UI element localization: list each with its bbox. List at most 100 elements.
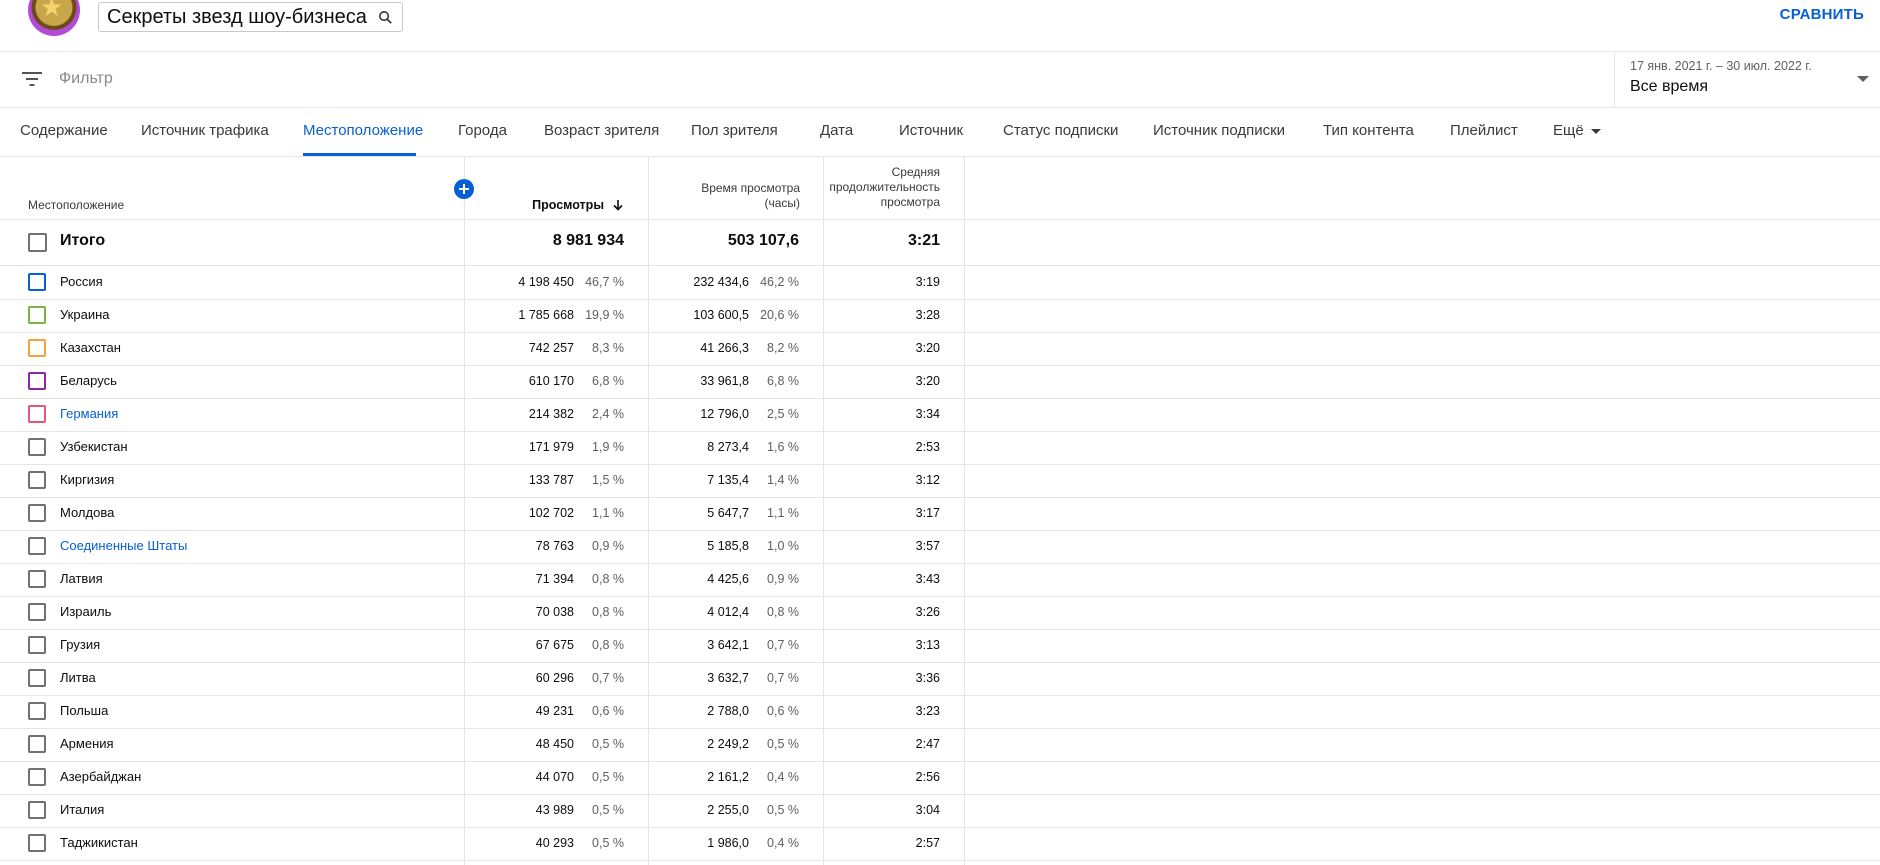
row-watch-time-percent: 0,5 % — [767, 803, 799, 817]
column-header-watch-time[interactable]: Время просмотра (часы) — [668, 181, 800, 211]
tab-location[interactable]: Местоположение — [303, 122, 423, 139]
row-watch-time-percent: 0,9 % — [767, 572, 799, 586]
row-location-name: Литва — [60, 670, 96, 685]
row-watch-time: 1 986,0 — [707, 836, 749, 850]
date-range-text: 17 янв. 2021 г. – 30 июл. 2022 г. — [1630, 59, 1812, 73]
channel-search-box[interactable]: Секреты звезд шоу-бизнеса — [98, 2, 403, 32]
channel-title: Секреты звезд шоу-бизнеса — [107, 5, 367, 28]
tab-more-label: Ещё — [1553, 122, 1584, 139]
total-watch-time: 503 107,6 — [727, 232, 799, 249]
row-watch-time: 12 796,0 — [700, 407, 749, 421]
row-location-name: Грузия — [60, 637, 101, 652]
channel-avatar[interactable]: ★ — [28, 0, 80, 36]
table-row: Россия 4 198 450 46,7 % 232 434,6 46,2 % 3:19 — [0, 266, 1880, 300]
total-checkbox[interactable] — [28, 233, 47, 252]
tab-content[interactable]: Содержание — [20, 122, 108, 139]
row-avg-duration: 3:57 — [915, 539, 940, 553]
table-row: Израиль 70 038 0,8 % 4 012,4 0,8 % 3:26 — [0, 596, 1880, 630]
row-watch-time-percent: 1,4 % — [767, 473, 799, 487]
table-row: Латвия 71 394 0,8 % 4 425,6 0,9 % 3:43 — [0, 563, 1880, 597]
column-header-views[interactable]: Просмотры — [532, 198, 624, 212]
row-checkbox[interactable] — [28, 669, 46, 687]
row-watch-time-percent: 1,0 % — [767, 539, 799, 553]
row-views-percent: 0,5 % — [592, 770, 624, 784]
tab-more[interactable]: Ещё — [1553, 122, 1601, 139]
row-avg-duration: 3:17 — [915, 506, 940, 520]
row-watch-time: 103 600,5 — [693, 308, 749, 322]
row-avg-duration: 3:04 — [915, 803, 940, 817]
row-checkbox[interactable] — [28, 603, 46, 621]
tab-subscription-source[interactable]: Источник подписки — [1153, 122, 1285, 139]
row-watch-time: 8 273,4 — [707, 440, 749, 454]
table-row: Молдова 102 702 1,1 % 5 647,7 1,1 % 3:17 — [0, 497, 1880, 531]
row-checkbox[interactable] — [28, 636, 46, 654]
search-icon[interactable] — [377, 9, 394, 26]
tab-source[interactable]: Источник — [899, 122, 963, 139]
tab-subscription-status[interactable]: Статус подписки — [1003, 122, 1118, 139]
row-watch-time: 2 249,2 — [707, 737, 749, 751]
row-watch-time-percent: 1,1 % — [767, 506, 799, 520]
row-avg-duration: 3:13 — [915, 638, 940, 652]
row-checkbox[interactable] — [28, 438, 46, 456]
tab-viewer-age[interactable]: Возраст зрителя — [544, 122, 659, 139]
row-watch-time: 232 434,6 — [693, 275, 749, 289]
filter-input[interactable]: Фильтр — [59, 70, 113, 88]
caret-down-icon — [1590, 128, 1601, 134]
row-checkbox[interactable] — [28, 405, 46, 423]
row-views-percent: 1,5 % — [592, 473, 624, 487]
row-checkbox[interactable] — [28, 537, 46, 555]
row-checkbox[interactable] — [28, 570, 46, 588]
filter-icon[interactable] — [22, 71, 42, 87]
table-row: Таджикистан 40 293 0,5 % 1 986,0 0,4 % 2:57 — [0, 827, 1880, 861]
tab-traffic-source[interactable]: Источник трафика — [141, 122, 269, 139]
row-avg-duration: 3:28 — [915, 308, 940, 322]
row-views-percent: 0,9 % — [592, 539, 624, 553]
dimension-tabs: Содержание Источник трафика Местоположен… — [0, 108, 1880, 157]
column-header-location[interactable]: Местоположение — [28, 198, 124, 212]
row-views: 49 231 — [535, 704, 574, 718]
row-watch-time: 5 185,8 — [707, 539, 749, 553]
row-watch-time-percent: 2,5 % — [767, 407, 799, 421]
total-views: 8 981 934 — [552, 232, 624, 249]
row-views-percent: 2,4 % — [592, 407, 624, 421]
compare-button[interactable]: СРАВНИТЬ — [1780, 6, 1864, 23]
tab-cities[interactable]: Города — [458, 122, 507, 139]
row-checkbox[interactable] — [28, 735, 46, 753]
row-checkbox[interactable] — [28, 801, 46, 819]
row-checkbox[interactable] — [28, 768, 46, 786]
row-watch-time-percent: 0,4 % — [767, 770, 799, 784]
row-avg-duration: 3:26 — [915, 605, 940, 619]
row-location-name: Украина — [60, 307, 110, 322]
add-metric-button[interactable] — [454, 179, 474, 199]
row-location-name: Киргизия — [60, 472, 115, 487]
date-range-picker[interactable]: 17 янв. 2021 г. – 30 июл. 2022 г. Все вр… — [1614, 52, 1880, 107]
table-row: Казахстан 742 257 8,3 % 41 266,3 8,2 % 3:20 — [0, 332, 1880, 366]
row-checkbox[interactable] — [28, 273, 46, 291]
row-views: 1 785 668 — [518, 308, 574, 322]
row-avg-duration: 2:53 — [915, 440, 940, 454]
row-views: 742 257 — [528, 341, 574, 355]
tab-viewer-gender[interactable]: Пол зрителя — [691, 122, 778, 139]
table-row: Германия 214 382 2,4 % 12 796,0 2,5 % 3:34 — [0, 398, 1880, 432]
row-views-percent: 19,9 % — [585, 308, 624, 322]
row-checkbox[interactable] — [28, 372, 46, 390]
column-header-avg-duration[interactable]: Средняя продолжительность просмотра — [815, 165, 940, 210]
row-watch-time-percent: 1,6 % — [767, 440, 799, 454]
row-location-name: Израиль — [60, 604, 112, 619]
row-checkbox[interactable] — [28, 339, 46, 357]
row-location-name[interactable]: Соединенные Штаты — [60, 538, 187, 553]
row-views: 78 763 — [535, 539, 574, 553]
table-row: Узбекистан 171 979 1,9 % 8 273,4 1,6 % 2:53 — [0, 431, 1880, 465]
row-views-percent: 0,5 % — [592, 803, 624, 817]
row-checkbox[interactable] — [28, 504, 46, 522]
tab-content-type[interactable]: Тип контента — [1323, 122, 1414, 139]
row-location-name[interactable]: Германия — [60, 406, 118, 421]
row-checkbox[interactable] — [28, 702, 46, 720]
tab-playlist[interactable]: Плейлист — [1450, 122, 1518, 139]
row-checkbox[interactable] — [28, 306, 46, 324]
tab-date[interactable]: Дата — [820, 122, 853, 139]
row-checkbox[interactable] — [28, 471, 46, 489]
row-avg-duration: 2:47 — [915, 737, 940, 751]
table-row: Беларусь 610 170 6,8 % 33 961,8 6,8 % 3:20 — [0, 365, 1880, 399]
row-checkbox[interactable] — [28, 834, 46, 852]
